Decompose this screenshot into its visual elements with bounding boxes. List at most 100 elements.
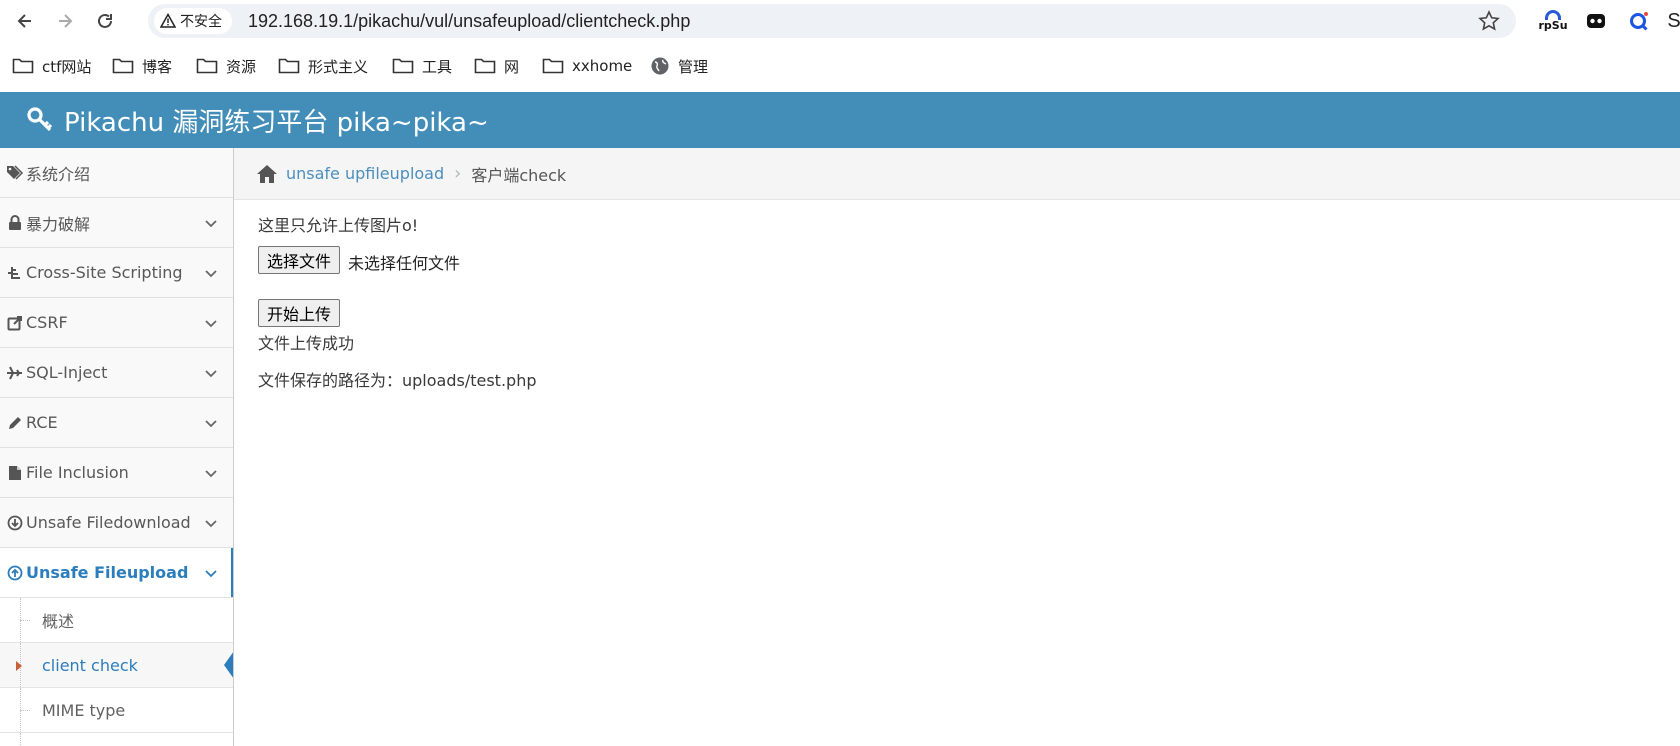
sidebar-item-file-inclusion[interactable]: File Inclusion (0, 448, 233, 498)
sidebar-item-label: Cross-Site Scripting (26, 263, 183, 282)
arrow-right-icon (59, 14, 73, 28)
caret-right-icon (16, 661, 22, 671)
chevron-down-icon (205, 220, 217, 228)
download-circle-icon (6, 514, 24, 532)
chevron-down-icon (205, 370, 217, 378)
sidebar-item-label: CSRF (26, 313, 68, 332)
sidebar-item-rce[interactable]: RCE (0, 398, 233, 448)
bookmark-resources[interactable]: 资源 (196, 54, 256, 78)
sidebar-item-fileupload[interactable]: Unsafe Fileupload (0, 548, 233, 598)
upload-circle-icon (6, 564, 24, 582)
reload-button[interactable] (92, 8, 118, 34)
share-icon (6, 314, 24, 332)
chevron-down-icon (205, 520, 217, 528)
submenu-item-mime-type[interactable]: MIME type (0, 688, 233, 733)
sidebar-item-xss[interactable]: Cross-Site Scripting (0, 248, 233, 298)
back-button[interactable] (12, 8, 38, 34)
active-pointer (224, 651, 233, 679)
arrow-left-icon (17, 14, 31, 28)
security-chip[interactable]: 不安全 (154, 8, 232, 34)
folder-icon (278, 58, 300, 74)
choose-file-button[interactable]: 选择文件 (258, 246, 341, 274)
sidebar-item-bruteforce[interactable]: 暴力破解 (0, 198, 233, 248)
submenu-item-label: MIME type (42, 700, 126, 720)
bookmark-blog[interactable]: 博客 (112, 54, 172, 78)
pencil-icon (6, 414, 24, 432)
folder-icon (12, 58, 34, 74)
breadcrumb-separator-icon: › (454, 163, 462, 184)
lock-icon (6, 214, 24, 232)
bookmark-label: 资源 (226, 57, 257, 76)
security-label: 不安全 (180, 14, 222, 30)
globe-icon (651, 57, 669, 75)
rpsu-extension[interactable]: rpSu (1536, 8, 1570, 34)
sidebar-item-label: Unsafe Fileupload (26, 563, 189, 582)
mask-icon (1587, 14, 1605, 28)
sidebar-item-sqli[interactable]: SQL-Inject (0, 348, 233, 398)
bookmark-label: 博客 (142, 57, 173, 76)
chevron-down-icon (205, 420, 217, 428)
sitemap-icon (6, 264, 24, 282)
sidebar-item-csrf[interactable]: CSRF (0, 298, 233, 348)
warning-icon (160, 13, 176, 28)
folder-icon (474, 58, 496, 74)
breadcrumb-parent-link[interactable]: unsafe upfileupload (286, 164, 444, 183)
sidebar-item-label: 暴力破解 (26, 214, 91, 234)
sidebar: 系统介绍 暴力破解 Cross-Site Scripting CSRF SQL-… (0, 148, 234, 746)
submenu-item-more[interactable] (0, 733, 233, 746)
bookmark-ctf[interactable]: ctf网站 (12, 54, 91, 78)
rpsu-label: rpSu (1538, 19, 1568, 32)
bookmark-xxhome[interactable]: xxhome (542, 54, 632, 78)
sidebar-item-label: File Inclusion (26, 463, 129, 482)
start-upload-button[interactable]: 开始上传 (258, 299, 341, 327)
tree-line (20, 733, 21, 746)
sidebar-item-intro[interactable]: 系统介绍 (0, 148, 233, 198)
sidebar-item-filedownload[interactable]: Unsafe Filedownload (0, 498, 233, 548)
app-header: Pikachu 漏洞练习平台 pika~pika~ (0, 92, 1680, 148)
bookmark-star-button[interactable] (1478, 10, 1500, 32)
truncated-extension[interactable]: S (1668, 8, 1680, 34)
sidebar-item-label: SQL-Inject (26, 363, 108, 382)
url-text[interactable]: 192.168.19.1/pikachu/vul/unsafeupload/cl… (248, 11, 690, 32)
bookmark-admin[interactable]: 管理 (650, 54, 708, 78)
address-bar[interactable]: 不安全 192.168.19.1/pikachu/vul/unsafeuploa… (148, 4, 1516, 38)
bookmark-label: 管理 (678, 57, 709, 76)
tags-icon (6, 164, 24, 182)
folder-icon (196, 58, 218, 74)
forward-button[interactable] (52, 8, 78, 34)
breadcrumb: unsafe upfileupload › 客户端check (234, 148, 1680, 200)
bookmark-tools[interactable]: 工具 (392, 54, 452, 78)
upload-success-text: 文件上传成功 (258, 334, 355, 353)
tree-branch (20, 620, 30, 621)
submenu-item-label: 概述 (42, 612, 75, 631)
bookmark-label: ctf网站 (42, 57, 92, 76)
star-icon (1478, 10, 1500, 31)
chevron-down-icon (205, 320, 217, 328)
breadcrumb-current: 客户端check (471, 165, 567, 185)
sidebar-item-label: Unsafe Filedownload (26, 513, 191, 532)
key-icon (26, 106, 54, 134)
search-extension-icon (1630, 12, 1648, 31)
sidebar-item-label: RCE (26, 413, 58, 432)
search-extension[interactable] (1626, 8, 1652, 34)
bookmark-net[interactable]: 网 (474, 54, 519, 78)
chevron-down-icon (205, 570, 217, 578)
submenu-item-client-check[interactable]: client check (0, 643, 233, 688)
bookmarks-bar: ctf网站 博客 资源 形式主义 工具 网 xxhome 管理 (0, 48, 1680, 84)
bookmark-label: 网 (504, 57, 520, 76)
upload-notice: 这里只允许上传图片o! (258, 216, 419, 235)
saved-path-text: 文件保存的路径为：uploads/test.php (258, 371, 537, 390)
sidebar-item-label: 系统介绍 (26, 164, 91, 184)
mask-extension[interactable] (1584, 8, 1608, 34)
reload-icon (98, 13, 112, 28)
app-title[interactable]: Pikachu 漏洞练习平台 pika~pika~ (64, 102, 489, 139)
chevron-down-icon (205, 470, 217, 478)
bookmark-formalism[interactable]: 形式主义 (278, 54, 368, 78)
folder-icon (112, 58, 134, 74)
file-icon (6, 464, 24, 482)
submenu-item-overview[interactable]: 概述 (0, 598, 233, 643)
home-icon[interactable] (256, 164, 278, 184)
folder-icon (392, 58, 414, 74)
chevron-down-icon (205, 270, 217, 278)
submenu-item-label: client check (42, 655, 138, 675)
